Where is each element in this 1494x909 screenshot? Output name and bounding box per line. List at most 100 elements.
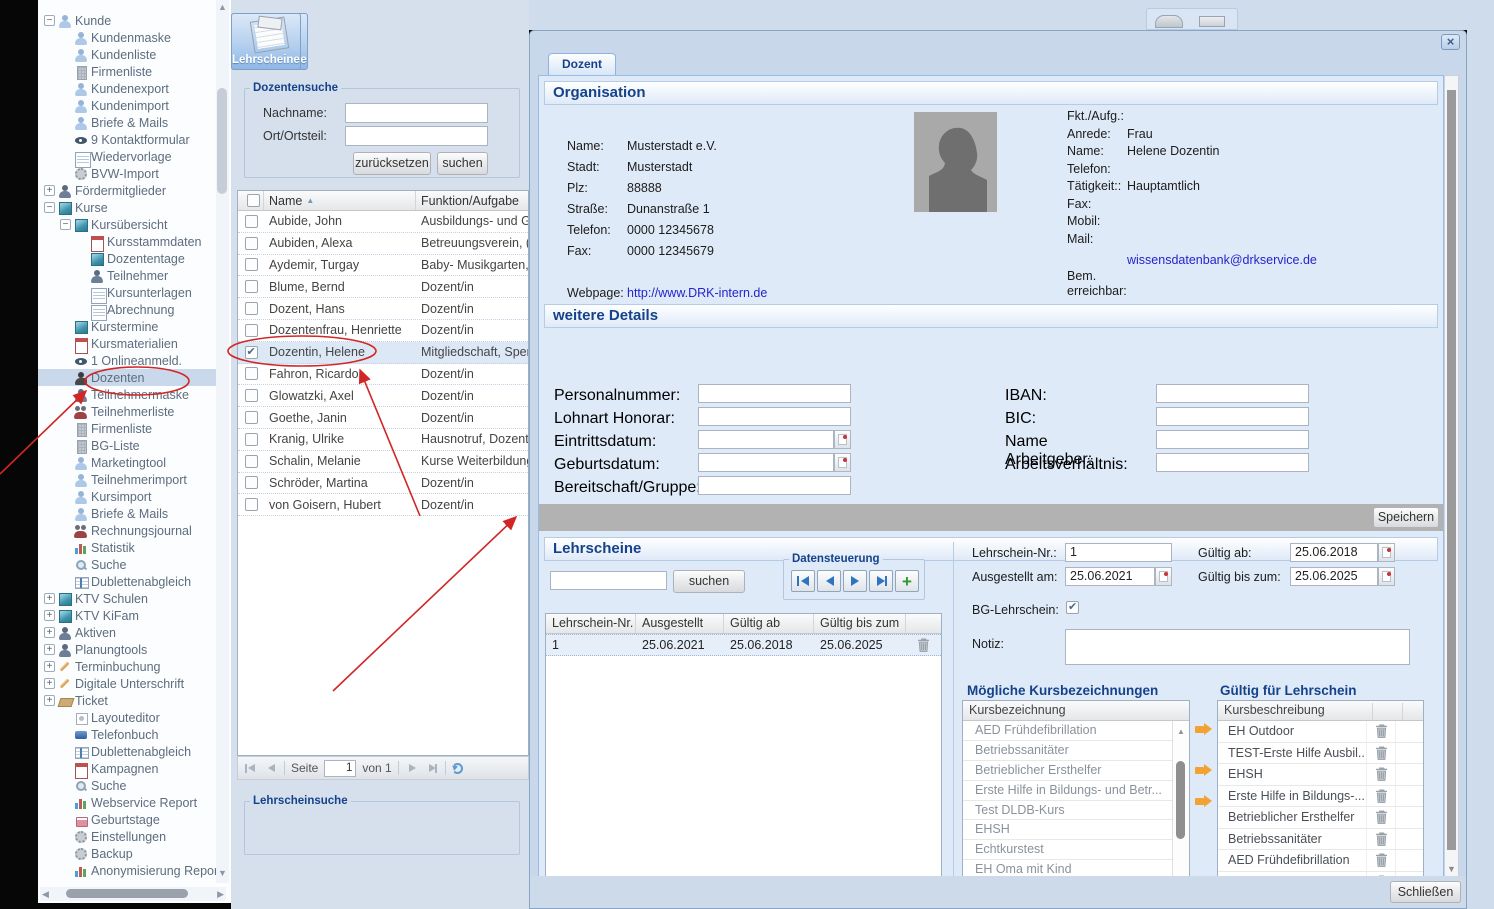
kursbezeichnung-row[interactable]: AED Frühdefibrillation (963, 721, 1172, 741)
detail-input[interactable] (698, 384, 851, 403)
record-nav-button[interactable] (869, 570, 893, 592)
kursbezeichnung-column-header[interactable]: Kursbezeichnung (963, 701, 1189, 721)
tree-expander-icon[interactable] (60, 831, 71, 842)
tree-expander-icon[interactable] (60, 797, 71, 808)
tree-expander-icon[interactable] (60, 389, 71, 400)
sidebar-item[interactable]: Teilnehmer (38, 267, 218, 284)
sidebar-item[interactable]: Backup (38, 845, 218, 862)
sidebar-item[interactable]: Statistik (38, 539, 218, 556)
kursbezeichnung-row[interactable]: Betrieblicher Ersthelfer (963, 761, 1172, 781)
row-checkbox[interactable] (245, 455, 258, 468)
assign-arrow-icon[interactable] (1195, 767, 1204, 774)
tree-expander-icon[interactable] (44, 661, 55, 672)
tab-dozent[interactable]: Dozent (548, 53, 616, 75)
tree-expander-icon[interactable] (44, 627, 55, 638)
lehrschein-row[interactable]: 1 25.06.2021 25.06.2018 25.06.2025 (546, 634, 941, 656)
kursbezeichnung-row[interactable]: Erste Hilfe in Bildungs- und Betr... (963, 781, 1172, 801)
tree-expander-icon[interactable] (76, 287, 87, 298)
tree-expander-icon[interactable] (60, 474, 71, 485)
row-checkbox[interactable] (245, 389, 258, 402)
detail-input[interactable] (1156, 430, 1309, 449)
scroll-up-icon[interactable]: ▲ (218, 2, 227, 12)
tree-expander-icon[interactable] (60, 423, 71, 434)
sidebar-item[interactable]: Terminbuchung (38, 658, 218, 675)
bg-lehrschein-checkbox[interactable] (1066, 601, 1079, 614)
gueltig-row[interactable]: EH Outdoor (1218, 721, 1423, 743)
dozent-row[interactable]: Glowatzki, Axel Dozent/in (238, 385, 528, 407)
tree-expander-icon[interactable] (60, 321, 71, 332)
tree-expander-icon[interactable] (60, 338, 71, 349)
scrollbar-thumb[interactable] (1447, 90, 1456, 850)
search-button[interactable]: suchen (437, 152, 488, 175)
row-checkbox[interactable] (245, 367, 258, 380)
tree-expander-icon[interactable] (44, 15, 55, 26)
sidebar-item[interactable]: Anonymisierung Report (38, 862, 218, 879)
sidebar-item[interactable]: Rechnungsjournal (38, 522, 218, 539)
gueltig-row[interactable]: EHSH (1218, 764, 1423, 786)
select-all-checkbox[interactable] (247, 194, 260, 207)
sidebar-item[interactable]: Aktiven (38, 624, 218, 641)
tree-expander-icon[interactable] (60, 49, 71, 60)
delete-course-button[interactable] (1366, 743, 1396, 764)
sidebar-item[interactable]: Kursimport (38, 488, 218, 505)
kursbezeichnung-row[interactable]: EH Oma mit Kind (963, 860, 1172, 877)
dozent-row[interactable]: Blume, Bernd Dozent/in (238, 276, 528, 298)
row-checkbox[interactable] (245, 411, 258, 424)
refresh-icon[interactable] (452, 763, 463, 774)
dozent-row[interactable]: Aubide, John Ausbildungs- und G (238, 211, 528, 233)
sidebar-vertical-scrollbar[interactable]: ▲ ▼ (216, 0, 229, 883)
sidebar-item[interactable]: Kursmaterialien (38, 335, 218, 352)
tree-expander-icon[interactable] (60, 525, 71, 536)
next-page-icon[interactable] (405, 761, 419, 775)
sidebar-item[interactable]: BG-Liste (38, 437, 218, 454)
tree-expander-icon[interactable] (60, 508, 71, 519)
tree-expander-icon[interactable] (44, 678, 55, 689)
tree-expander-icon[interactable] (60, 763, 71, 774)
reset-button[interactable]: zurücksetzen (353, 152, 431, 175)
sidebar-item[interactable]: Marketingtool (38, 454, 218, 471)
row-checkbox[interactable] (245, 324, 258, 337)
calendar-trigger-icon[interactable] (1155, 567, 1172, 586)
dozent-row[interactable]: Dozentenfrau, Henriette Dozent/in (238, 320, 528, 342)
assign-arrow-icon[interactable] (1195, 798, 1204, 805)
dozent-row[interactable]: Aydemir, Turgay Baby- Musikgarten, (238, 255, 528, 277)
tree-expander-icon[interactable] (44, 610, 55, 621)
tree-expander-icon[interactable] (76, 253, 87, 264)
scroll-right-icon[interactable]: ▶ (217, 889, 224, 900)
sidebar-item[interactable]: Planungtools (38, 641, 218, 658)
sidebar-item[interactable]: Briefe & Mails (38, 505, 218, 522)
sidebar-item[interactable]: Geburtstage (38, 811, 218, 828)
sidebar-item[interactable]: Kursstammdaten (38, 233, 218, 250)
kursbezeichnung-row[interactable]: Betriebssanitäter (963, 741, 1172, 761)
tree-expander-icon[interactable] (60, 219, 71, 230)
sidebar-item[interactable]: Firmenliste (38, 63, 218, 80)
dozent-row[interactable]: Dozent, Hans Dozent/in (238, 298, 528, 320)
nr-input[interactable]: 1 (1065, 543, 1172, 562)
first-page-icon[interactable] (244, 761, 258, 775)
sidebar-item[interactable]: Kunde (38, 12, 218, 29)
nachname-input[interactable] (345, 103, 488, 123)
tree-expander-icon[interactable] (60, 168, 71, 179)
sidebar-item[interactable]: Teilnehmerliste (38, 403, 218, 420)
gueltig-ab-input[interactable]: 25.06.2018 (1290, 543, 1378, 562)
tree-expander-icon[interactable] (76, 236, 87, 247)
tree-expander-icon[interactable] (60, 457, 71, 468)
detail-input[interactable] (698, 453, 834, 472)
row-checkbox[interactable] (245, 280, 258, 293)
name-column-header[interactable]: Name ▲ (264, 191, 416, 210)
ausgestellt-input[interactable]: 25.06.2021 (1065, 567, 1155, 586)
dozent-row[interactable]: Schröder, Martina Dozent/in (238, 473, 528, 495)
col-gueltig-bis[interactable]: Gültig bis zum (814, 614, 906, 633)
tree-expander-icon[interactable] (60, 100, 71, 111)
record-nav-button[interactable] (843, 570, 867, 592)
dozent-row[interactable]: Aubiden, Alexa Betreuungsverein, ( (238, 233, 528, 255)
sidebar-item[interactable]: Fördermitglieder (38, 182, 218, 199)
gueltig-row[interactable]: Betriebssanitäter (1218, 829, 1423, 851)
tree-expander-icon[interactable] (60, 848, 71, 859)
tree-expander-icon[interactable] (60, 32, 71, 43)
sidebar-item[interactable]: Kundenliste (38, 46, 218, 63)
detail-input[interactable] (1156, 407, 1309, 426)
dozent-row[interactable]: von Goisern, Hubert Dozent/in (238, 494, 528, 516)
kursbezeichnung-row[interactable]: Test DLDB-Kurs (963, 801, 1172, 821)
sidebar-item[interactable]: Abrechnung (38, 301, 218, 318)
